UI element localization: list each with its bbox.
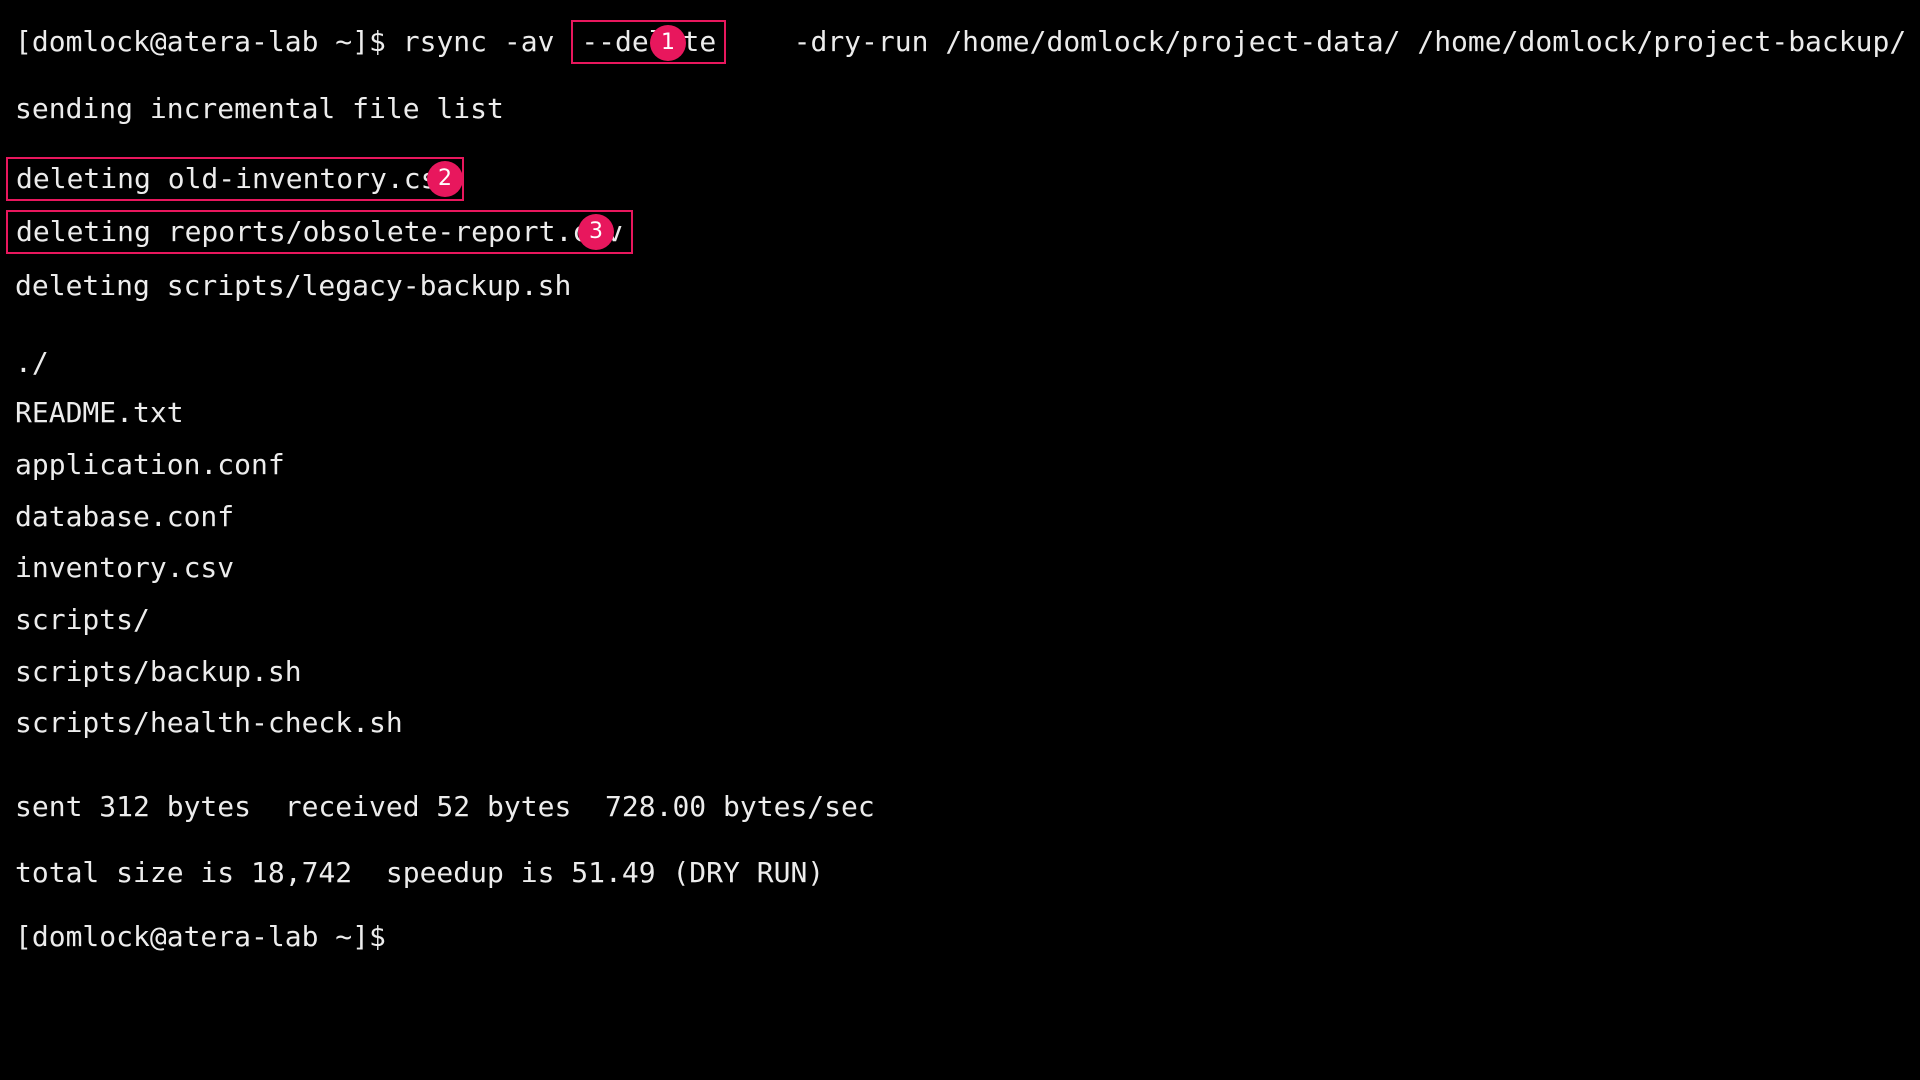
deleted-line: deleting old-inventory.csv — [6, 157, 466, 201]
file-list-item: scripts/health-check.sh — [15, 706, 403, 739]
file-list-item: scripts/ — [15, 603, 150, 636]
file-list-item: README.txt — [15, 396, 184, 429]
command-args: -dry-run /home/domlock/project-data/ /ho… — [793, 25, 1907, 58]
transfer-summary: sent 312 bytes received 52 bytes 728.00 … — [15, 790, 875, 823]
annotation-badge-2: 2 — [427, 161, 463, 197]
delete-flag-highlight: --delete — [571, 20, 727, 64]
prompt: [domlock@atera-lab ~]$ — [15, 25, 386, 58]
deleted-line: deleting scripts/legacy-backup.sh — [15, 269, 572, 302]
incremental-list-header: sending incremental file list — [15, 92, 504, 125]
file-list-item: database.conf — [15, 500, 235, 533]
file-list-item: ./ — [15, 346, 49, 379]
deleted-line-highlight: deleting old-inventory.csv — [6, 157, 465, 201]
annotation-badge-3: 3 — [578, 214, 614, 250]
file-list-item: scripts/backup.sh — [15, 655, 302, 688]
final-prompt[interactable]: [domlock@atera-lab ~]$ — [15, 915, 386, 959]
deleted-line-highlight: deleting reports/obsolete-report.csv — [6, 210, 633, 254]
annotation-badge-1: 1 — [650, 25, 686, 61]
command-text: rsync -av — [402, 25, 555, 58]
file-list-item: inventory.csv — [15, 551, 235, 584]
size-summary: total size is 18,742 speedup is 51.49 (D… — [15, 856, 825, 889]
terminal-window[interactable]: [domlock@atera-lab ~]$ rsync -av --delet… — [0, 0, 1920, 1080]
command-line: [domlock@atera-lab ~]$ rsync -av --delet… — [15, 20, 1906, 64]
file-list-item: application.conf — [15, 448, 285, 481]
deleted-line: deleting reports/obsolete-report.csv — [6, 210, 635, 254]
